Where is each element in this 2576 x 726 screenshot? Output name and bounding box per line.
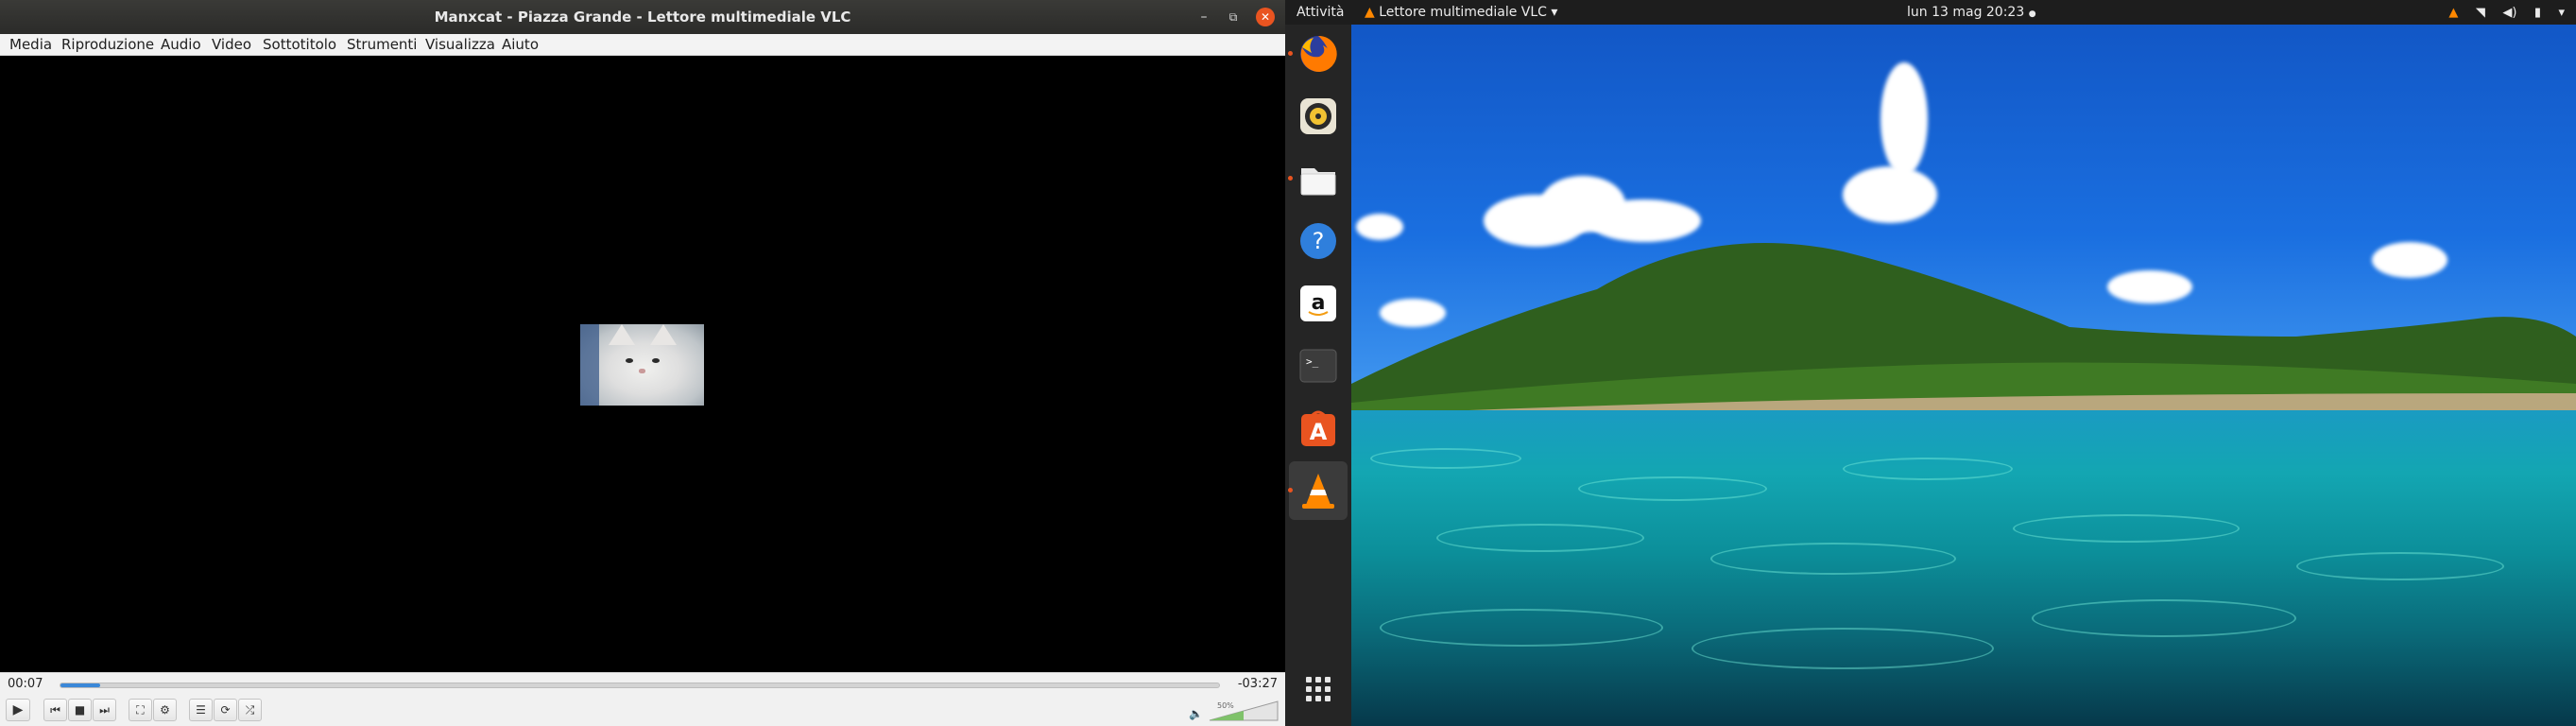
menu-strumenti[interactable]: Strumenti bbox=[347, 36, 417, 54]
menu-sottotitolo[interactable]: Sottotitolo bbox=[263, 36, 336, 54]
minimize-button[interactable]: – bbox=[1194, 8, 1213, 26]
video-area[interactable] bbox=[0, 56, 1285, 672]
chevron-down-icon: ▾ bbox=[1551, 5, 1558, 20]
clock[interactable]: lun 13 mag 20:23 ● bbox=[1907, 0, 2036, 26]
help-icon: ? bbox=[1300, 223, 1336, 259]
next-button[interactable]: ⏭ bbox=[93, 699, 116, 721]
power-menu-icon[interactable]: ▾ bbox=[2558, 1, 2565, 26]
software-icon: A bbox=[1301, 410, 1335, 446]
previous-button[interactable]: ⏮ bbox=[43, 699, 67, 721]
close-button[interactable]: ✕ bbox=[1256, 8, 1275, 26]
running-indicator bbox=[1288, 488, 1293, 493]
dock-item-vlc[interactable] bbox=[1288, 461, 1348, 520]
app-menu[interactable]: ▲ Lettore multimediale VLC ▾ bbox=[1365, 0, 1557, 25]
activities-button[interactable]: Attività bbox=[1297, 0, 1344, 25]
firefox-icon bbox=[1300, 35, 1337, 72]
svg-text:A: A bbox=[1310, 419, 1328, 445]
video-frame-cat bbox=[580, 324, 704, 406]
loop-button[interactable]: ⟳ bbox=[214, 699, 237, 721]
extended-settings-button[interactable]: ⚙ bbox=[153, 699, 177, 721]
dock-item-files[interactable] bbox=[1285, 149, 1351, 208]
terminal-icon: >_ bbox=[1299, 349, 1337, 383]
time-elapsed: 00:07 bbox=[8, 677, 43, 691]
dock-item-rhythmbox[interactable] bbox=[1285, 87, 1351, 146]
random-button[interactable]: ⤮ bbox=[238, 699, 262, 721]
seek-progress bbox=[60, 683, 100, 687]
svg-text:?: ? bbox=[1313, 228, 1325, 254]
time-remaining[interactable]: -03:27 bbox=[1238, 677, 1278, 691]
menu-media[interactable]: Media bbox=[9, 36, 52, 54]
dock-item-terminal[interactable]: >_ bbox=[1285, 337, 1351, 395]
dock-item-help[interactable]: ? bbox=[1285, 212, 1351, 270]
svg-text:a: a bbox=[1312, 291, 1326, 315]
top-bar: Attività ▲ Lettore multimediale VLC ▾ lu… bbox=[1285, 0, 2576, 25]
playlist-button[interactable]: ☰ bbox=[189, 699, 213, 721]
running-indicator bbox=[1288, 176, 1293, 181]
dock: ? a >_ A bbox=[1285, 25, 1351, 726]
system-tray[interactable]: ▲ ◥ ◀) ▮ ▾ bbox=[2435, 0, 2565, 25]
play-button[interactable]: ▶ bbox=[6, 699, 30, 721]
amazon-icon: a bbox=[1300, 285, 1336, 321]
dock-item-software[interactable]: A bbox=[1285, 399, 1351, 458]
seek-slider[interactable] bbox=[60, 683, 1220, 688]
svg-text:>_: >_ bbox=[1306, 355, 1319, 368]
files-icon bbox=[1300, 168, 1336, 196]
show-applications-button[interactable] bbox=[1285, 669, 1351, 717]
dock-item-firefox[interactable] bbox=[1285, 25, 1351, 83]
fullscreen-button[interactable]: ⛶ bbox=[129, 699, 152, 721]
rhythmbox-icon bbox=[1300, 98, 1336, 134]
volume-percent: 50% bbox=[1217, 701, 1234, 710]
sea-water bbox=[1351, 410, 2576, 726]
menu-video[interactable]: Video bbox=[212, 36, 251, 54]
menu-audio[interactable]: Audio bbox=[161, 36, 201, 54]
menu-riproduzione[interactable]: Riproduzione bbox=[61, 36, 154, 54]
notification-dot-icon: ● bbox=[2028, 9, 2036, 19]
vlc-small-icon: ▲ bbox=[1365, 5, 1375, 20]
desktop-wallpaper bbox=[1351, 25, 2576, 726]
volume-icon[interactable]: ◀) bbox=[2502, 1, 2516, 26]
battery-icon[interactable]: ▮ bbox=[2534, 1, 2541, 26]
speaker-icon[interactable]: 🔈 bbox=[1189, 707, 1203, 720]
clock-label: lun 13 mag 20:23 bbox=[1907, 5, 2025, 20]
wifi-icon[interactable]: ◥ bbox=[2476, 1, 2485, 26]
vlc-tray-icon[interactable]: ▲ bbox=[2448, 1, 2458, 26]
title-bar[interactable]: Manxcat - Piazza Grande - Lettore multim… bbox=[0, 0, 1285, 34]
vlc-window: Manxcat - Piazza Grande - Lettore multim… bbox=[0, 0, 1285, 726]
window-title: Manxcat - Piazza Grande - Lettore multim… bbox=[434, 9, 851, 26]
vlc-icon bbox=[1302, 474, 1334, 509]
stop-button[interactable]: ■ bbox=[68, 699, 92, 721]
playback-controls: 00:07 -03:27 ▶ ⏮ ■ ⏭ ⛶ ⚙ ☰ ⟳ ⤮ 🔈 50% bbox=[0, 672, 1285, 726]
menu-aiuto[interactable]: Aiuto bbox=[502, 36, 539, 54]
app-menu-label: Lettore multimediale VLC bbox=[1379, 5, 1547, 20]
restore-button[interactable]: ⧉ bbox=[1224, 8, 1243, 26]
menu-bar: Media Riproduzione Audio Video Sottotito… bbox=[0, 34, 1285, 56]
menu-visualizza[interactable]: Visualizza bbox=[425, 36, 495, 54]
dock-item-amazon[interactable]: a bbox=[1285, 274, 1351, 333]
running-indicator bbox=[1288, 51, 1293, 56]
